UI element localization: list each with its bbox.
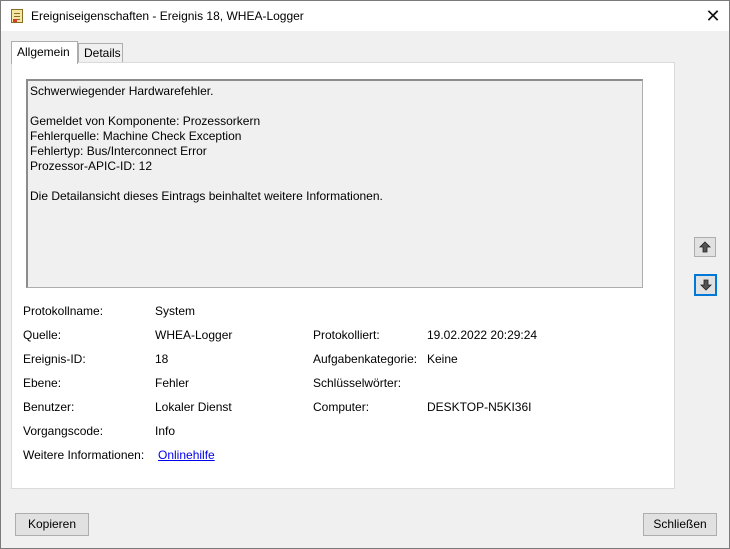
copy-button[interactable]: Kopieren	[15, 513, 89, 536]
task-category-value: Keine	[427, 352, 458, 366]
description-line: Schwerwiegender Hardwarefehler.	[30, 84, 214, 98]
description-line: Fehlerquelle: Machine Check Exception	[30, 129, 242, 143]
more-info-label: Weitere Informationen:	[23, 448, 145, 462]
computer-value: DESKTOP-N5KI36I	[427, 400, 532, 414]
source-value: WHEA-Logger	[155, 328, 233, 342]
level-value: Fehler	[155, 376, 190, 390]
opcode-label: Vorgangscode:	[23, 424, 104, 438]
arrow-down-icon	[699, 279, 712, 291]
level-label: Ebene:	[23, 376, 62, 390]
arrow-up-icon	[699, 241, 711, 253]
description-line: Die Detailansicht dieses Eintrags beinha…	[30, 189, 383, 203]
event-description[interactable]: Schwerwiegender Hardwarefehler. Gemeldet…	[26, 79, 643, 288]
event-properties-window: Ereigniseigenschaften - Ereignis 18, WHE…	[0, 0, 730, 549]
tab-details[interactable]: Details	[78, 43, 123, 63]
opcode-value: Info	[155, 424, 176, 438]
event-id-label: Ereignis-ID:	[23, 352, 86, 366]
window-title: Ereigniseigenschaften - Ereignis 18, WHE…	[31, 9, 304, 23]
previous-event-button[interactable]	[694, 237, 716, 257]
user-value: Lokaler Dienst	[155, 400, 232, 414]
event-id-value: 18	[155, 352, 169, 366]
close-window-button[interactable]: ✕	[697, 1, 729, 31]
description-line: Gemeldet von Komponente: Prozessorkern	[30, 114, 261, 128]
description-line: Fehlertyp: Bus/Interconnect Error	[30, 144, 207, 158]
close-button[interactable]: Schließen	[643, 513, 717, 536]
source-label: Quelle:	[23, 328, 62, 342]
online-help-link[interactable]: Onlinehilfe	[158, 448, 215, 462]
keywords-label: Schlüsselwörter:	[313, 376, 402, 390]
description-line: Prozessor-APIC-ID: 12	[30, 159, 153, 173]
log-name-label: Protokollname:	[23, 304, 104, 318]
tab-allgemein[interactable]: Allgemein	[11, 41, 78, 64]
event-viewer-icon	[11, 9, 23, 23]
logged-value: 19.02.2022 20:29:24	[427, 328, 538, 342]
logged-label: Protokolliert:	[313, 328, 380, 342]
log-name-value: System	[155, 304, 196, 318]
task-category-label: Aufgabenkategorie:	[313, 352, 418, 366]
close-icon: ✕	[705, 6, 721, 26]
computer-label: Computer:	[313, 400, 370, 414]
tab-panel-general: Schwerwiegender Hardwarefehler. Gemeldet…	[11, 62, 675, 489]
title-bar: Ereigniseigenschaften - Ereignis 18, WHE…	[1, 1, 729, 31]
next-event-button[interactable]	[694, 274, 717, 296]
user-label: Benutzer:	[23, 400, 75, 414]
